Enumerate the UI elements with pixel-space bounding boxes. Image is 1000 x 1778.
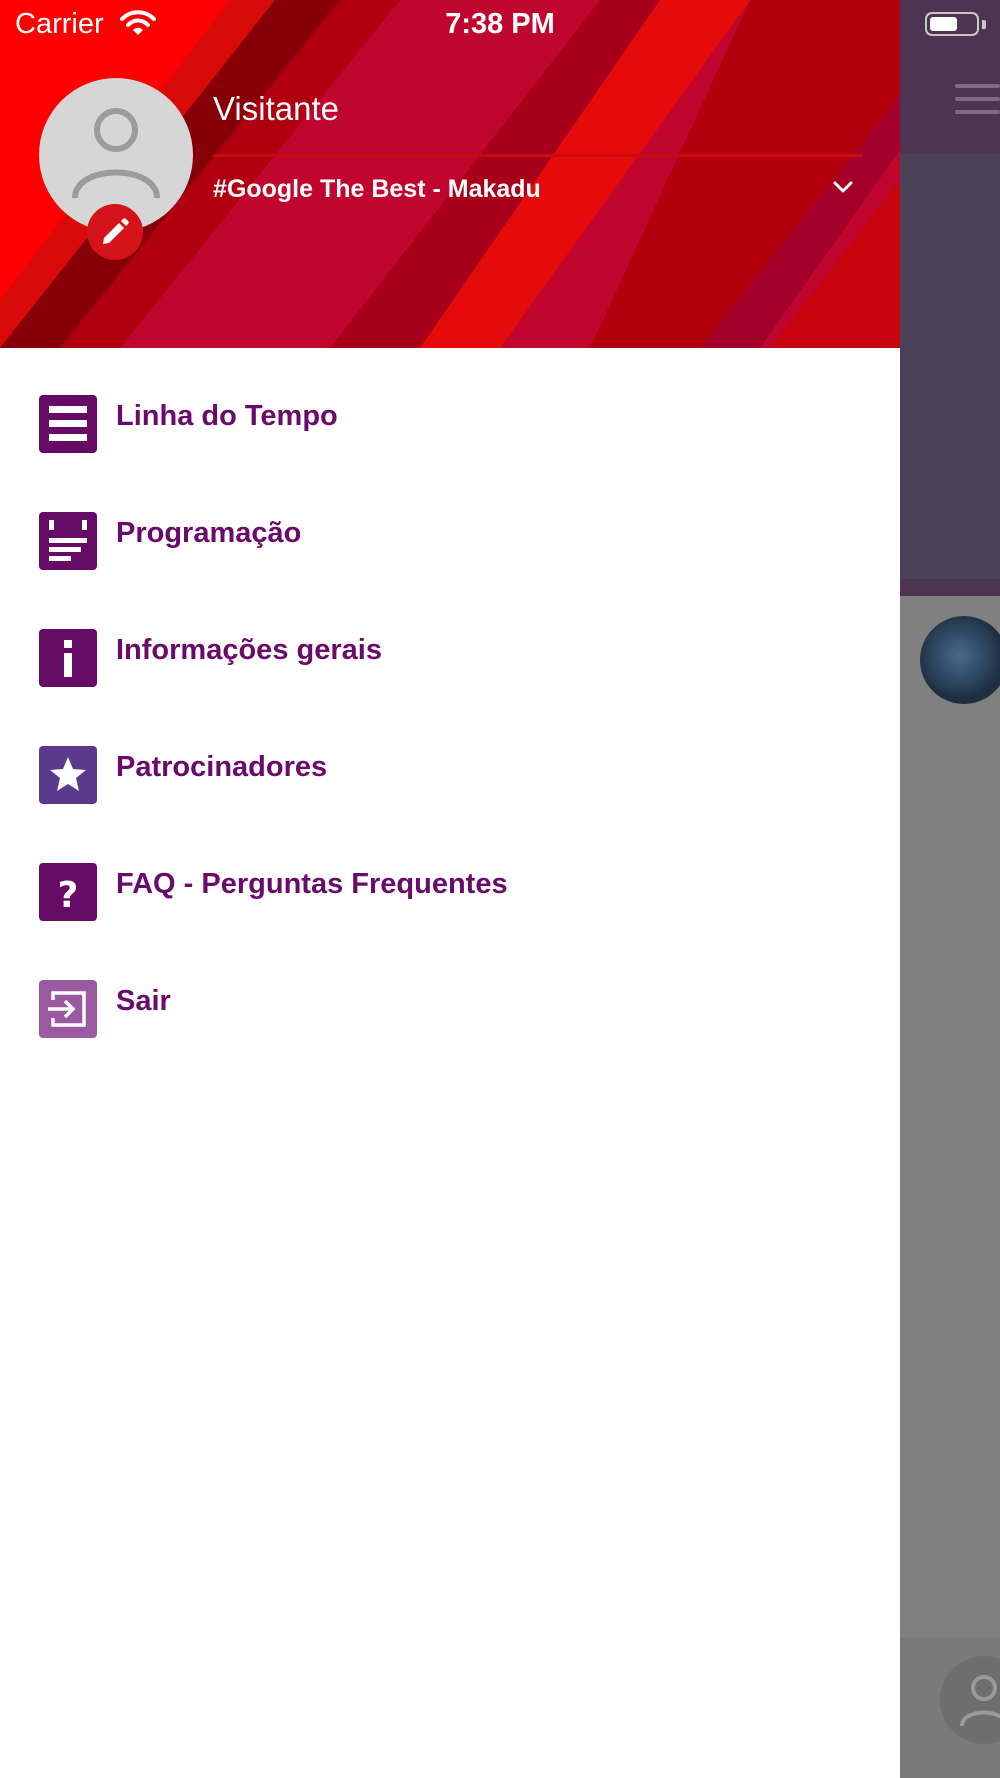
menu-item-sair[interactable]: Sair [0, 933, 900, 1038]
drawer-header: Visitante #Google The Best - Makadu [0, 0, 900, 348]
menu-item-patrocinadores[interactable]: Patrocinadores [0, 699, 900, 804]
menu-item-label: Informações gerais [116, 634, 382, 666]
pencil-icon [103, 218, 129, 244]
user-icon [72, 108, 160, 199]
question-icon: ? [39, 863, 97, 921]
menu-item-label: Linha do Tempo [116, 400, 338, 432]
schedule-icon [39, 512, 97, 570]
menu-item-label: Patrocinadores [116, 751, 328, 783]
menu-item-programacao[interactable]: Programação [0, 465, 900, 570]
battery-icon [925, 12, 979, 36]
menu-item-informacoes-gerais[interactable]: Informações gerais [0, 582, 900, 687]
event-name: #Google The Best - Makadu [213, 175, 541, 203]
background-app [900, 0, 1000, 1778]
menu-item-label: Programação [116, 517, 302, 549]
event-selector[interactable]: #Google The Best - Makadu [213, 172, 853, 212]
menu-item-linha-do-tempo[interactable]: Linha do Tempo [0, 348, 900, 453]
navigation-drawer: Visitante #Google The Best - Makadu Linh… [0, 0, 900, 1778]
post-thumbnail[interactable] [920, 616, 1000, 704]
background-strip [900, 579, 1000, 596]
header-divider [213, 154, 863, 157]
svg-text:?: ? [58, 875, 79, 916]
chevron-down-icon [833, 181, 853, 193]
clock: 7:38 PM [445, 8, 555, 40]
menu-item-label: FAQ - Perguntas Frequentes [116, 868, 508, 900]
edit-profile-button[interactable] [87, 204, 143, 260]
status-bar: Carrier 7:38 PM [0, 0, 1000, 50]
battery-cap [982, 20, 986, 29]
menu-item-label: Sair [116, 985, 171, 1017]
menu-item-faq[interactable]: ? FAQ - Perguntas Frequentes [0, 816, 900, 921]
user-name: Visitante [213, 90, 339, 127]
info-icon [39, 629, 97, 687]
timeline-icon [39, 395, 97, 453]
background-feed [900, 596, 1000, 1638]
battery-level [930, 17, 957, 31]
background-banner [900, 154, 1000, 579]
hamburger-menu-icon[interactable] [955, 84, 1000, 123]
logout-icon [39, 980, 97, 1038]
star-icon [39, 746, 97, 804]
